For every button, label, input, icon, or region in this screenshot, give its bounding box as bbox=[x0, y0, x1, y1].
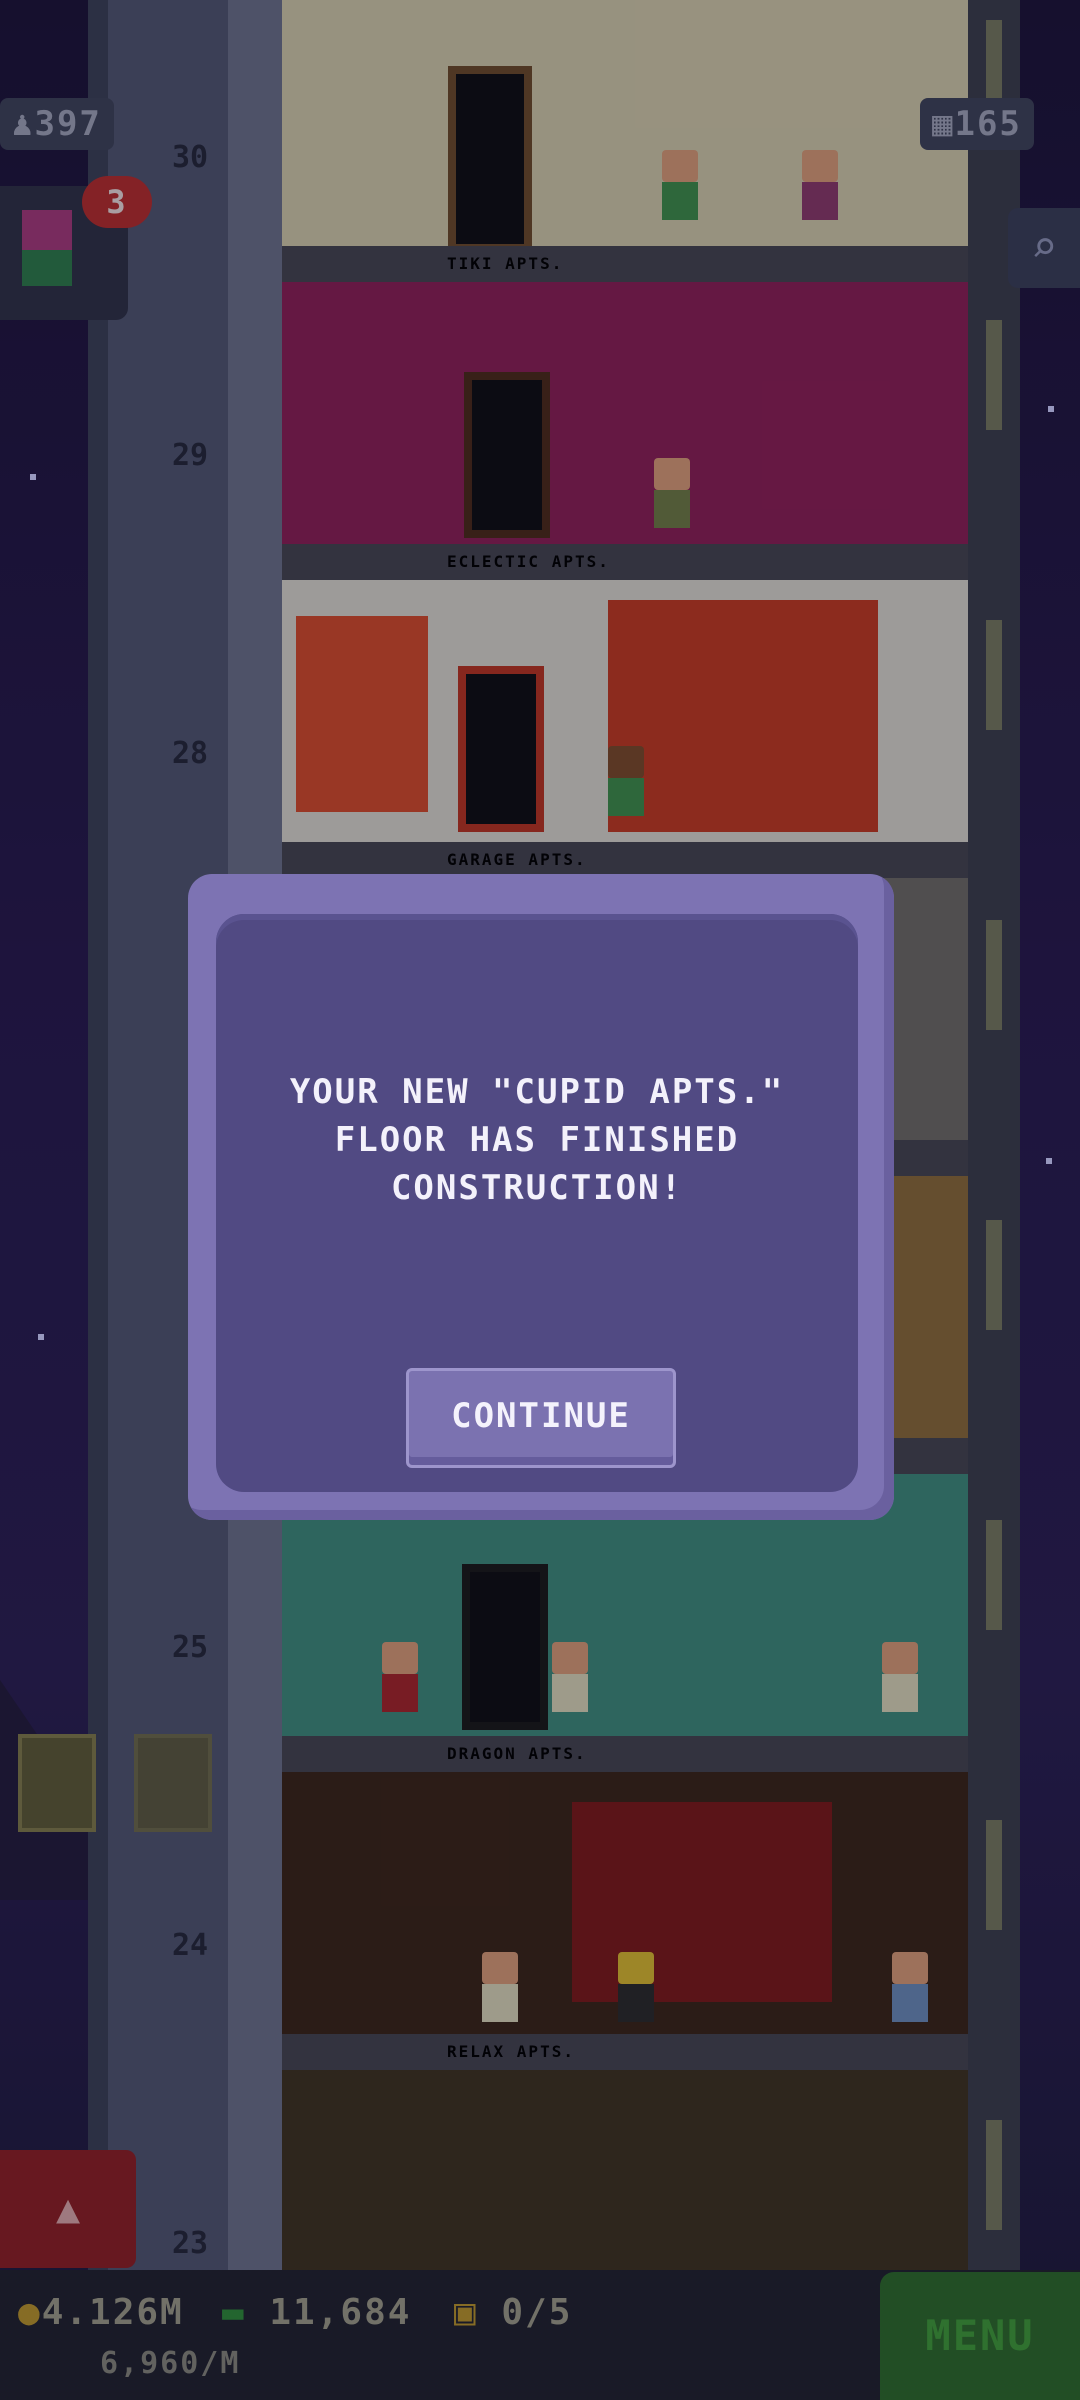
dialog-message: YOUR NEW "CUPID APTS." FLOOR HAS FINISHE… bbox=[289, 1072, 785, 1208]
continue-button[interactable]: CONTINUE bbox=[406, 1368, 676, 1468]
